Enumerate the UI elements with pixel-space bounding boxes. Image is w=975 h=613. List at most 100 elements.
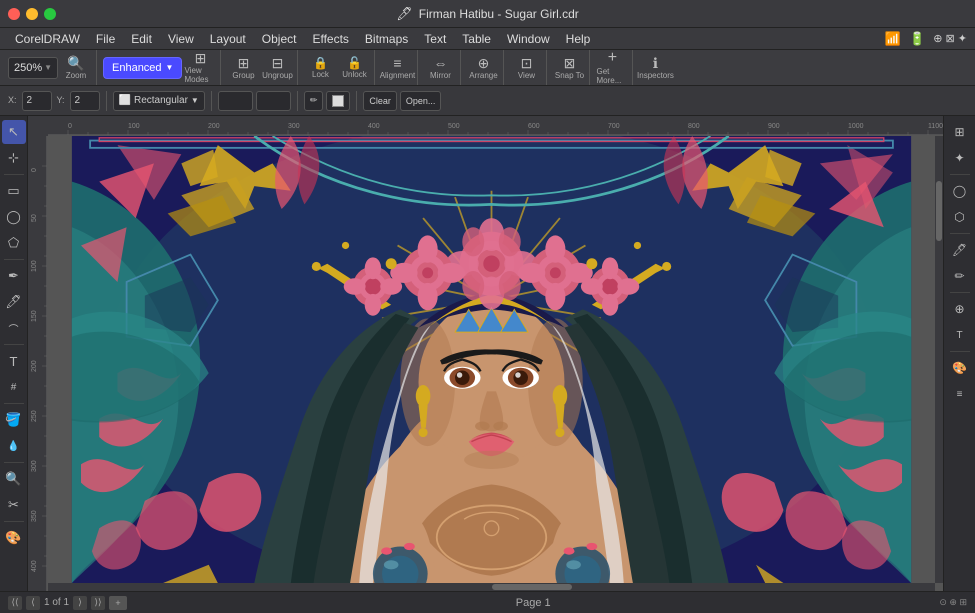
text-tool[interactable]: T	[2, 349, 26, 373]
rpanel-nodes-btn[interactable]: ✦	[948, 146, 972, 170]
menu-help[interactable]: Help	[559, 30, 598, 48]
table-tool[interactable]: #	[2, 375, 26, 399]
add-page-btn[interactable]: +	[109, 596, 127, 610]
arrange-button[interactable]: ⊕ Arrange	[467, 54, 499, 82]
alignment-button[interactable]: ≡ Alignment	[381, 54, 413, 82]
menu-view[interactable]: View	[161, 30, 201, 48]
left-toolbox: ↖ ⊹ ▭ ◯ ⬠ ✒ 🖊 ⌒ T # 🪣 💧 🔍 ✂ 🎨	[0, 116, 28, 591]
horizontal-scroll-thumb[interactable]	[492, 584, 572, 590]
inspectors-button[interactable]: ℹ Inspectors	[639, 54, 671, 82]
menu-coreldraw[interactable]: CorelDRAW	[8, 30, 87, 48]
crop-tool[interactable]: ✂	[2, 493, 26, 517]
main-toolbar: 250% ▼ 🔍 Zoom Enhanced ▼ ⊞ View Modes ⊞ …	[0, 50, 975, 86]
group-button[interactable]: ⊞ Group	[227, 54, 259, 82]
rpanel-text-btn[interactable]: T	[948, 323, 972, 347]
prop-color-btn[interactable]	[326, 91, 350, 111]
first-page-btn[interactable]: ⟨⟨	[8, 596, 22, 610]
close-button[interactable]	[8, 8, 20, 20]
menu-window[interactable]: Window	[500, 30, 557, 48]
inspectors-group: ℹ Inspectors	[635, 50, 675, 85]
prev-page-btn[interactable]: ⟨	[26, 596, 40, 610]
prop-divider-1	[106, 91, 107, 111]
svg-text:900: 900	[768, 123, 780, 130]
prop-divider-4	[356, 91, 357, 111]
rpanel-polygon-btn[interactable]: ⬡	[948, 205, 972, 229]
svg-text:50: 50	[31, 214, 38, 222]
dropper-tool[interactable]: 💧	[2, 434, 26, 458]
color-picker-tool[interactable]: 🎨	[2, 526, 26, 550]
svg-text:300: 300	[31, 460, 38, 472]
snap-button[interactable]: ⊠ Snap To	[553, 54, 585, 82]
zoom-group: 250% ▼ 🔍 Zoom	[4, 50, 97, 85]
svg-text:400: 400	[368, 123, 380, 130]
maximize-button[interactable]	[44, 8, 56, 20]
clear-button[interactable]: Clear	[363, 91, 397, 111]
vertical-scrollbar[interactable]	[935, 136, 943, 583]
enhanced-button[interactable]: Enhanced ▼	[103, 57, 182, 79]
snap-icon: ⊠	[564, 56, 576, 70]
property-bar: X: 2 Y: 2 ⬜ Rectangular ▼ ✏ Clear Open..…	[0, 86, 975, 116]
page-count: 1 of 1	[44, 597, 69, 608]
menu-bitmaps[interactable]: Bitmaps	[358, 30, 415, 48]
rpanel-add-btn[interactable]: ⊕	[948, 297, 972, 321]
lock-button[interactable]: 🔒 Lock	[304, 54, 336, 82]
rpanel-color-btn[interactable]: 🎨	[948, 356, 972, 380]
rpanel-edit-btn[interactable]: ✏	[948, 264, 972, 288]
vertical-scroll-thumb[interactable]	[936, 181, 942, 241]
mirror-button[interactable]: ⇔ Mirror	[424, 54, 456, 82]
getmore-button[interactable]: + Get More...	[596, 54, 628, 82]
getmore-icon: +	[608, 50, 617, 66]
pen-tool[interactable]: ✒	[2, 264, 26, 288]
viewmode-label: View Modes	[184, 66, 216, 84]
freehand-tool[interactable]: 🖊	[2, 290, 26, 314]
prop-clear-btn[interactable]: ✏	[304, 91, 324, 111]
bezier-tool[interactable]: ⌒	[2, 316, 26, 340]
rpanel-snap-btn[interactable]: ⊞	[948, 120, 972, 144]
shape-select[interactable]: ⬜ Rectangular ▼	[113, 91, 205, 111]
next-page-btn[interactable]: ⟩	[73, 596, 87, 610]
x-coord-value[interactable]: 2	[22, 91, 52, 111]
zoom-dropdown-icon[interactable]: ▼	[44, 63, 52, 72]
arrange-group: ⊕ Arrange	[463, 50, 504, 85]
zoom-input[interactable]: 250% ▼	[8, 57, 58, 79]
subselect-tool[interactable]: ⊹	[2, 146, 26, 170]
svg-text:1000: 1000	[848, 123, 864, 130]
menu-object[interactable]: Object	[255, 30, 304, 48]
menu-effects[interactable]: Effects	[305, 30, 355, 48]
rectangle-tool[interactable]: ▭	[2, 179, 26, 203]
y-coord-value[interactable]: 2	[70, 91, 100, 111]
canvas-area[interactable]: 0 100 200 300 400 500 600 700 800 900 10…	[28, 116, 943, 591]
mirror-label: Mirror	[430, 71, 451, 80]
ellipse-tool[interactable]: ◯	[2, 205, 26, 229]
group-group: ⊞ Group ⊟ Ungroup	[223, 50, 298, 85]
menu-edit[interactable]: Edit	[124, 30, 159, 48]
viewmode-icon: ⊞	[195, 51, 207, 65]
menu-layout[interactable]: Layout	[203, 30, 253, 48]
rpanel-circle-btn[interactable]: ◯	[948, 179, 972, 203]
status-right: ⊙ ⊕ ⊞	[939, 597, 967, 608]
minimize-button[interactable]	[26, 8, 38, 20]
prop-val-1[interactable]	[218, 91, 253, 111]
horizontal-scrollbar[interactable]	[48, 583, 935, 591]
traffic-lights	[8, 8, 56, 20]
ungroup-button[interactable]: ⊟ Ungroup	[261, 54, 293, 82]
rpanel-properties-btn[interactable]: ≡	[948, 382, 972, 406]
lock-group: 🔒 Lock 🔓 Unlock	[300, 50, 375, 85]
menu-table[interactable]: Table	[455, 30, 498, 48]
fill-tool[interactable]: 🪣	[2, 408, 26, 432]
view-button[interactable]: ⊡ View	[510, 54, 542, 82]
open-button[interactable]: Open...	[400, 91, 442, 111]
menu-text[interactable]: Text	[417, 30, 453, 48]
shape-icon: ⬜	[119, 95, 131, 106]
rpanel-draw-btn[interactable]: 🖊	[948, 238, 972, 262]
select-tool[interactable]: ↖	[2, 120, 26, 144]
last-page-btn[interactable]: ⟩⟩	[91, 596, 105, 610]
menu-file[interactable]: File	[89, 30, 122, 48]
zoom-button[interactable]: 🔍 Zoom	[60, 54, 92, 82]
canvas-content[interactable]	[48, 136, 935, 583]
unlock-button[interactable]: 🔓 Unlock	[338, 54, 370, 82]
zoom-tool[interactable]: 🔍	[2, 467, 26, 491]
polygon-tool[interactable]: ⬠	[2, 231, 26, 255]
view-modes-button[interactable]: ⊞ View Modes	[184, 54, 216, 82]
prop-val-2[interactable]	[256, 91, 291, 111]
